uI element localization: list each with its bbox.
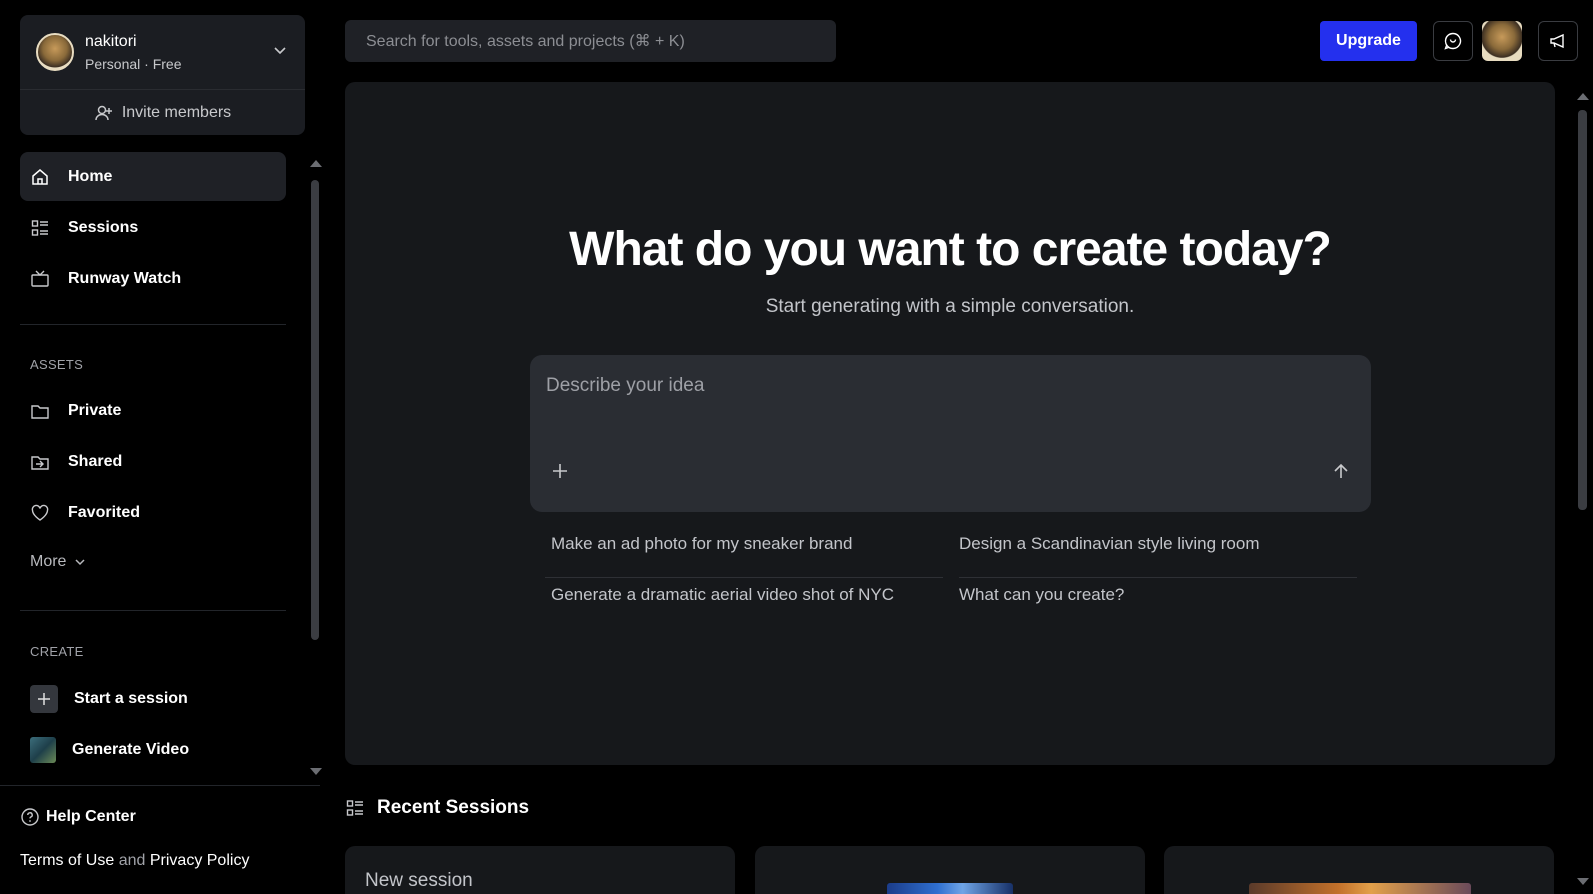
start-session-label: Start a session <box>74 689 188 707</box>
generate-video-item[interactable]: Generate Video <box>20 725 286 774</box>
scroll-down-arrow[interactable] <box>310 768 322 775</box>
invite-label: Invite members <box>121 104 232 121</box>
tv-icon <box>31 270 49 287</box>
account-switcher[interactable]: nakitori Personal · Free Invite members <box>20 15 305 135</box>
home-icon <box>32 168 48 185</box>
plus-icon <box>30 684 58 713</box>
assets-heading: ASSETS <box>30 357 84 372</box>
nav-favorited[interactable]: Favorited <box>20 488 286 537</box>
nav-runway-watch[interactable]: Runway Watch <box>20 254 286 303</box>
session-card[interactable] <box>1164 846 1554 894</box>
prompt-input[interactable]: Describe your idea <box>530 355 1371 512</box>
sidebar-scrollbar[interactable] <box>311 180 319 640</box>
scroll-up-arrow[interactable] <box>1577 93 1589 100</box>
account-plan: Personal · Free <box>85 56 182 72</box>
sidebar: nakitori Personal · Free Invite members … <box>0 0 322 894</box>
session-card[interactable]: New session <box>345 846 735 894</box>
feedback-button[interactable] <box>1433 21 1473 61</box>
session-thumbnail <box>1249 883 1471 894</box>
chat-bubble-icon <box>1444 32 1462 50</box>
session-card[interactable] <box>755 846 1145 894</box>
divider <box>20 324 286 325</box>
recent-sessions-label: Recent Sessions <box>377 797 530 818</box>
divider <box>20 89 305 90</box>
more-button[interactable]: More <box>30 553 86 571</box>
generate-video-label: Generate Video <box>72 740 190 758</box>
suggestion-item[interactable]: Generate a dramatic aerial video shot of… <box>551 585 894 605</box>
account-name: nakitori <box>85 33 137 50</box>
chevron-down-icon <box>75 559 85 566</box>
nav-shared-label: Shared <box>68 452 123 470</box>
prompt-placeholder: Describe your idea <box>546 375 705 396</box>
nav-private[interactable]: Private <box>20 386 286 435</box>
suggestion-item[interactable]: What can you create? <box>959 585 1124 605</box>
divider <box>959 577 1357 578</box>
main-scrollbar[interactable] <box>1578 110 1587 510</box>
divider <box>20 610 286 611</box>
heart-icon <box>31 504 49 521</box>
megaphone-icon <box>1550 33 1564 49</box>
hero-panel: What do you want to create today? Start … <box>345 82 1555 765</box>
nav-shared[interactable]: Shared <box>20 437 286 486</box>
and-text: and <box>118 852 146 869</box>
nav-sessions-label: Sessions <box>68 218 139 236</box>
terms-link[interactable]: Terms of Use <box>20 852 114 869</box>
nav-favorited-label: Favorited <box>68 503 141 521</box>
help-icon <box>21 808 39 826</box>
arrow-up-icon[interactable] <box>1333 463 1349 479</box>
start-session-item[interactable]: Start a session <box>20 674 286 723</box>
folder-icon <box>31 404 49 419</box>
suggestion-item[interactable]: Make an ad photo for my sneaker brand <box>551 534 852 554</box>
announcements-button[interactable] <box>1538 21 1578 61</box>
user-avatar <box>36 33 74 71</box>
nav-private-label: Private <box>68 401 122 419</box>
invite-members-button[interactable]: Invite members <box>20 103 305 123</box>
chevron-down-icon[interactable] <box>273 43 287 57</box>
profile-avatar[interactable] <box>1482 21 1522 61</box>
sessions-icon <box>31 219 48 236</box>
video-thumbnail <box>30 736 56 763</box>
nav-sessions[interactable]: Sessions <box>20 203 286 252</box>
session-thumbnail <box>887 883 1013 894</box>
suggestion-item[interactable]: Design a Scandinavian style living room <box>959 534 1260 554</box>
search-placeholder: Search for tools, assets and projects (⌘… <box>366 33 685 50</box>
divider <box>545 577 943 578</box>
privacy-link[interactable]: Privacy Policy <box>150 852 250 869</box>
divider <box>0 785 320 786</box>
plus-icon[interactable] <box>552 463 568 479</box>
add-user-icon <box>95 105 112 121</box>
help-label: Help Center <box>46 808 136 825</box>
more-label: More <box>30 553 67 570</box>
recent-sessions-heading: Recent Sessions <box>345 797 529 819</box>
session-card-title: New session <box>365 870 473 891</box>
nav-home-label: Home <box>68 167 113 185</box>
hero-title: What do you want to create today? <box>569 223 1332 276</box>
create-heading: CREATE <box>30 644 84 659</box>
search-input[interactable]: Search for tools, assets and projects (⌘… <box>345 20 836 62</box>
shared-folder-icon <box>31 455 49 470</box>
upgrade-button[interactable]: Upgrade <box>1320 21 1417 61</box>
scroll-up-arrow[interactable] <box>310 160 322 167</box>
nav-home[interactable]: Home <box>20 152 286 201</box>
sessions-icon <box>346 800 363 816</box>
help-center-link[interactable]: Help Center <box>20 807 136 827</box>
legal-links: Terms of Use and Privacy Policy <box>20 852 249 870</box>
hero-subtitle: Start generating with a simple conversat… <box>765 296 1135 317</box>
scroll-down-arrow[interactable] <box>1577 878 1589 885</box>
nav-watch-label: Runway Watch <box>68 269 182 287</box>
